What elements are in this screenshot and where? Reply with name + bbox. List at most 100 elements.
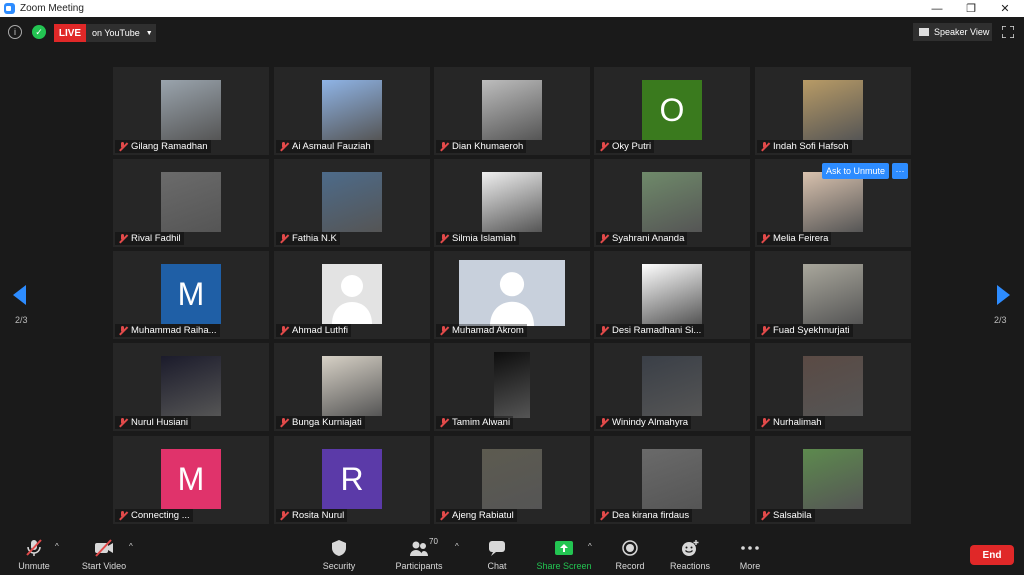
- participant-photo: [642, 172, 702, 232]
- participant-name: Rosita Nurul: [292, 510, 345, 521]
- participant-name: Nurhalimah: [773, 417, 822, 428]
- share-screen-button[interactable]: Share Screen: [536, 534, 592, 575]
- muted-mic-icon: [279, 418, 288, 427]
- participant-tile[interactable]: Silmia Islamiah: [434, 159, 590, 247]
- participant-initial-avatar: M: [161, 449, 221, 509]
- participant-name: Muhamad Akrom: [452, 325, 524, 336]
- muted-mic-icon: [118, 142, 127, 151]
- next-page-arrow-icon[interactable]: [997, 285, 1010, 305]
- fullscreen-icon[interactable]: [1002, 26, 1014, 38]
- participant-name: Salsabila: [773, 510, 812, 521]
- start-video-button[interactable]: Start Video: [78, 534, 130, 575]
- participant-tile[interactable]: Ahmad Luthfi: [274, 251, 430, 339]
- participant-photo: [322, 172, 382, 232]
- ask-to-unmute-button[interactable]: Ask to Unmute: [822, 163, 889, 179]
- participant-tile[interactable]: R Rosita Nurul: [274, 436, 430, 524]
- participant-tile[interactable]: Gilang Ramadhan: [113, 67, 269, 155]
- more-button[interactable]: More: [732, 534, 768, 575]
- participant-photo: [482, 449, 542, 509]
- participant-name-bar: Gilang Ramadhan: [115, 140, 211, 153]
- zoom-app-icon: [4, 3, 15, 14]
- participant-tile[interactable]: O Oky Putri: [594, 67, 750, 155]
- participant-photo: [482, 172, 542, 232]
- participant-name-bar: Syahrani Ananda: [596, 232, 688, 245]
- participant-tile[interactable]: Nurul Husiani: [113, 343, 269, 431]
- restore-button[interactable]: ❐: [954, 0, 988, 17]
- end-meeting-button[interactable]: End: [970, 545, 1014, 565]
- muted-mic-icon: [279, 511, 288, 520]
- participant-tile[interactable]: Desi Ramadhani Si...: [594, 251, 750, 339]
- participant-name-bar: Dian Khumaeroh: [436, 140, 527, 153]
- reactions-button[interactable]: Reactions: [668, 534, 712, 575]
- muted-mic-icon: [439, 511, 448, 520]
- participant-tile[interactable]: Muhamad Akrom: [434, 251, 590, 339]
- participant-photo: [322, 356, 382, 416]
- audio-options-caret-icon[interactable]: ^: [55, 542, 59, 551]
- participant-tile[interactable]: Nurhalimah: [755, 343, 911, 431]
- participant-name: Dea kirana firdaus: [612, 510, 690, 521]
- participant-tile[interactable]: Tamim Alwani: [434, 343, 590, 431]
- participant-name: Connecting ...: [131, 510, 190, 521]
- participant-tile[interactable]: Winindy Almahyra: [594, 343, 750, 431]
- participant-name: Melia Feirera: [773, 233, 829, 244]
- participant-name-bar: Muhamad Akrom: [436, 324, 527, 337]
- participant-name-bar: Fuad Syekhnurjati: [757, 324, 853, 337]
- participant-tile[interactable]: Dea kirana firdaus: [594, 436, 750, 524]
- video-options-caret-icon[interactable]: ^: [129, 542, 133, 551]
- participant-tile[interactable]: Dian Khumaeroh: [434, 67, 590, 155]
- participant-tile[interactable]: Rival Fadhil: [113, 159, 269, 247]
- participant-grid: Gilang Ramadhan Ai Asmaul Fauziah Dian Khu…: [113, 67, 912, 527]
- participant-name-bar: Muhammad Raiha...: [115, 324, 220, 337]
- video-off-icon: [95, 539, 113, 557]
- participant-tile[interactable]: Syahrani Ananda: [594, 159, 750, 247]
- previous-page-arrow-icon[interactable]: [13, 285, 26, 305]
- security-label: Security: [322, 561, 356, 571]
- participant-name-bar: Silmia Islamiah: [436, 232, 519, 245]
- participant-name: Oky Putri: [612, 141, 652, 152]
- participant-name-bar: Ai Asmaul Fauziah: [276, 140, 374, 153]
- close-button[interactable]: ✕: [988, 0, 1022, 17]
- chat-button[interactable]: Chat: [480, 534, 514, 575]
- participant-tile[interactable]: M Muhammad Raiha...: [113, 251, 269, 339]
- encryption-shield-icon[interactable]: ✓: [32, 25, 46, 39]
- participant-tile[interactable]: Ai Asmaul Fauziah: [274, 67, 430, 155]
- participant-tile[interactable]: Salsabila: [755, 436, 911, 524]
- participant-name-bar: Indah Sofi Hafsoh: [757, 140, 852, 153]
- meeting-toolbar: Unmute ^ Start Video ^ Security 70 Parti…: [0, 534, 1024, 575]
- share-options-caret-icon[interactable]: ^: [588, 542, 592, 551]
- record-button[interactable]: Record: [612, 534, 648, 575]
- meeting-info-icon[interactable]: i: [8, 25, 22, 39]
- participant-tile[interactable]: Indah Sofi Hafsoh: [755, 67, 911, 155]
- participant-photo: [803, 449, 863, 509]
- page-indicator-right: 2/3: [994, 315, 1007, 325]
- minimize-button[interactable]: —: [920, 0, 954, 17]
- muted-mic-icon: [439, 326, 448, 335]
- participant-name-bar: Ahmad Luthfi: [276, 324, 351, 337]
- window-titlebar: Zoom Meeting — ❐ ✕: [0, 0, 1024, 17]
- participants-count: 70: [429, 537, 438, 546]
- participant-photo: [642, 449, 702, 509]
- participant-tile[interactable]: Fathia N.K: [274, 159, 430, 247]
- security-button[interactable]: Security: [318, 534, 360, 575]
- participant-more-button[interactable]: ···: [892, 163, 908, 179]
- participant-tile[interactable]: Fuad Syekhnurjati: [755, 251, 911, 339]
- muted-mic-icon: [760, 326, 769, 335]
- chevron-down-icon: ▼: [145, 29, 153, 37]
- participant-tile[interactable]: M Connecting ...: [113, 436, 269, 524]
- grid-view-icon: [919, 28, 929, 36]
- muted-mic-icon: [760, 418, 769, 427]
- unmute-button[interactable]: Unmute: [12, 534, 56, 575]
- participants-button[interactable]: 70 Participants: [393, 534, 445, 575]
- participant-tile[interactable]: Ajeng Rabiatul: [434, 436, 590, 524]
- participant-tile[interactable]: Bunga Kurniajati: [274, 343, 430, 431]
- live-destination-dropdown[interactable]: on YouTube ▼: [86, 24, 156, 42]
- speaker-view-button[interactable]: Speaker View: [913, 23, 992, 41]
- window-title: Zoom Meeting: [20, 3, 84, 14]
- muted-mic-icon: [439, 234, 448, 243]
- speaker-view-label: Speaker View: [934, 27, 990, 37]
- more-label: More: [739, 561, 761, 571]
- participant-name: Dian Khumaeroh: [452, 141, 524, 152]
- default-avatar-icon: [322, 264, 382, 324]
- participant-name-bar: Ajeng Rabiatul: [436, 509, 517, 522]
- participants-options-caret-icon[interactable]: ^: [455, 542, 459, 551]
